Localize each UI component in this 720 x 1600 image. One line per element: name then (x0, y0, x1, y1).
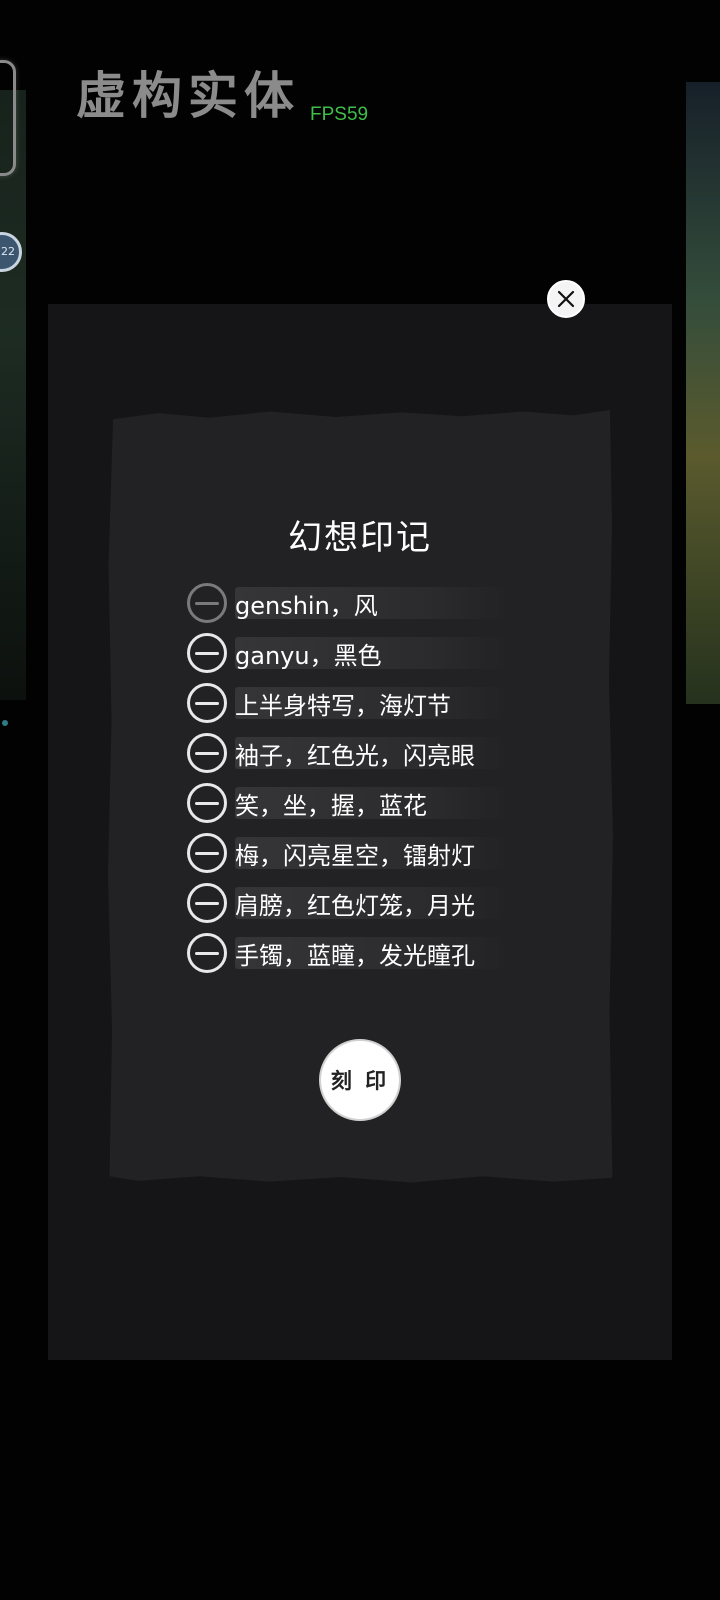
background-scene-left (0, 90, 26, 700)
minus-icon (195, 901, 219, 905)
close-icon (557, 290, 575, 308)
tag-row: 手镯，蓝瞳，发光瞳孔 (187, 928, 517, 978)
app-title: 虚构实体 (76, 67, 300, 125)
minus-icon (195, 751, 219, 755)
remove-tag-button[interactable] (187, 633, 227, 673)
tag-text: 上半身特写，海灯节 (235, 691, 451, 720)
remove-tag-button[interactable] (187, 733, 227, 773)
indicator-dot (2, 720, 8, 726)
tag-row: 梅，闪亮星空，镭射灯 (187, 828, 517, 878)
minus-icon (195, 801, 219, 805)
minus-icon (195, 601, 219, 605)
tag-row: 上半身特写，海灯节 (187, 678, 517, 728)
engrave-button[interactable]: 刻 印 (319, 1039, 401, 1121)
tag-chip: 上半身特写，海灯节 (235, 683, 507, 723)
tag-chip: genshin，风 (235, 583, 507, 623)
tag-row: 笑，坐，握，蓝花 (187, 778, 517, 828)
close-button[interactable] (547, 280, 585, 318)
fps-counter: FPS59 (310, 104, 369, 125)
minus-icon (195, 651, 219, 655)
tag-row: 袖子，红色光，闪亮眼 (187, 728, 517, 778)
screen: 22 虚构实体 FPS59 幻想印记 genshin，风 ganyu，黑色 上半… (0, 0, 720, 1600)
side-frame-button[interactable] (0, 60, 16, 176)
remove-tag-button[interactable] (187, 833, 227, 873)
tag-chip: 笑，坐，握，蓝花 (235, 783, 507, 823)
remove-tag-button[interactable] (187, 583, 227, 623)
tag-text: 手镯，蓝瞳，发光瞳孔 (235, 941, 475, 970)
tag-text: 肩膀，红色灯笼，月光 (235, 891, 475, 920)
tag-chip: ganyu，黑色 (235, 633, 507, 673)
tag-text: 笑，坐，握，蓝花 (235, 791, 427, 820)
remove-tag-button[interactable] (187, 683, 227, 723)
tag-list: genshin，风 ganyu，黑色 上半身特写，海灯节 袖子，红色光，闪亮眼 … (187, 578, 517, 978)
remove-tag-button[interactable] (187, 783, 227, 823)
tag-chip: 手镯，蓝瞳，发光瞳孔 (235, 933, 507, 973)
tag-text: genshin，风 (235, 591, 378, 620)
minus-icon (195, 951, 219, 955)
remove-tag-button[interactable] (187, 883, 227, 923)
background-scene-right (686, 82, 720, 704)
tag-row: ganyu，黑色 (187, 628, 517, 678)
minus-icon (195, 701, 219, 705)
minus-icon (195, 851, 219, 855)
tag-text: 梅，闪亮星空，镭射灯 (235, 841, 475, 870)
dialog-title: 幻想印记 (288, 518, 432, 558)
tag-chip: 梅，闪亮星空，镭射灯 (235, 833, 507, 873)
tag-row: 肩膀，红色灯笼，月光 (187, 878, 517, 928)
tag-text: 袖子，红色光，闪亮眼 (235, 741, 475, 770)
tag-chip: 肩膀，红色灯笼，月光 (235, 883, 507, 923)
tag-chip: 袖子，红色光，闪亮眼 (235, 733, 507, 773)
tag-text: ganyu，黑色 (235, 641, 382, 670)
tag-row: genshin，风 (187, 578, 517, 628)
remove-tag-button[interactable] (187, 933, 227, 973)
